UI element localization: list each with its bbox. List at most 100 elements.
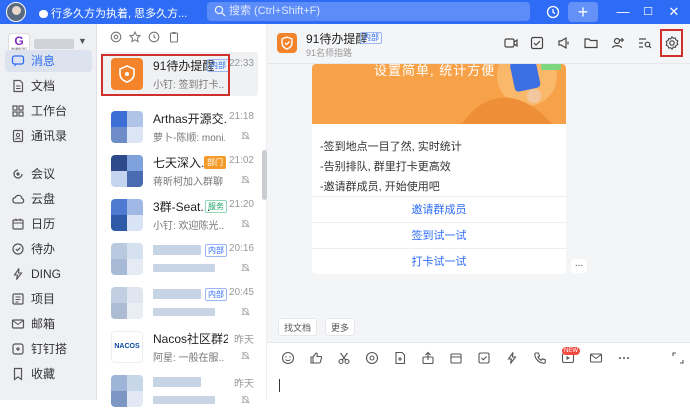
upload-icon <box>421 351 435 365</box>
chat-list-item[interactable]: Arthas开源交... 萝卜-陈顺: moni... 21:18 <box>101 105 258 149</box>
nav-item-label: 待办 <box>31 242 56 256</box>
unread-filter-button[interactable] <box>168 31 180 43</box>
announcement-icon <box>556 35 572 51</box>
card-banner-image: 设置简单, 统计方便 <box>312 64 566 124</box>
chat-preview: 阿星: 一般在服... <box>153 353 225 364</box>
nav-item-10[interactable]: 项目 <box>5 288 92 310</box>
create-button[interactable]: + <box>568 2 598 22</box>
add-member-icon <box>610 35 626 51</box>
chat-avatar <box>111 155 143 187</box>
search-list-icon <box>637 35 653 51</box>
clock-icon <box>148 31 160 43</box>
card-line-3: -邀请群成员, 开始使用吧 <box>320 181 440 193</box>
chat-list-item[interactable]: 七天深入... 蒋昕柯加入群聊 部门 21:02 <box>101 149 258 193</box>
list-toolbar <box>97 24 267 50</box>
maximize-button[interactable]: ☐ <box>639 2 657 22</box>
search-icon <box>214 5 226 17</box>
nav-item-label: 文档 <box>31 79 56 93</box>
mention-filter-button[interactable] <box>110 31 122 43</box>
nav-item-13[interactable]: 收藏 <box>5 363 92 385</box>
message-composer[interactable]: NEW <box>267 342 690 400</box>
nav-item-11[interactable]: 邮箱 <box>5 313 92 335</box>
folder-button[interactable] <box>583 35 599 51</box>
chat-list-item[interactable]: 内部 20:45 <box>101 281 258 325</box>
user-avatar[interactable] <box>6 2 26 22</box>
announcement-button[interactable] <box>556 35 572 51</box>
try-clockin-link[interactable]: 打卡试一试 <box>312 248 566 274</box>
doc-plus-icon <box>393 351 407 365</box>
banner-text: 设置简单, 统计方便 <box>374 64 496 78</box>
more-options-button[interactable]: ... <box>571 259 587 273</box>
chat-list-item[interactable]: NACOS Nacos社区群2... 阿星: 一般在服... 昨天 <box>101 325 258 369</box>
chat-list-item[interactable]: 3群-Seat... 小钉: 欢迎陈光... 服务 21:20 <box>101 193 258 237</box>
chat-title: 91待办提醒 <box>306 32 368 46</box>
chat-list-item[interactable]: 内部 20:16 <box>101 237 258 281</box>
nav-item-5[interactable]: 会议 <box>5 163 92 185</box>
history-button[interactable] <box>543 2 563 22</box>
title-bar: 行多久方为执着, 思多久方... 搜索 (Ctrl+Shift+F) + — ☐… <box>0 0 690 24</box>
emoji-button[interactable] <box>281 351 295 365</box>
chat-time: 20:16 <box>228 243 254 254</box>
cloud-icon <box>11 192 25 206</box>
check-square-icon <box>529 35 545 51</box>
mail-icon <box>11 317 25 331</box>
chat-time: 昨天 <box>234 335 254 346</box>
chat-tag-badge: 服务 <box>205 200 227 213</box>
card-line-1: -签到地点一目了然, 实时统计 <box>320 141 462 153</box>
calendar-button[interactable] <box>449 351 463 365</box>
chat-list-item[interactable]: 昨天 <box>101 369 258 413</box>
expand-button[interactable] <box>671 351 685 365</box>
nav-item-label: 会议 <box>31 167 56 181</box>
more-quick-button[interactable]: 更多 <box>325 318 356 336</box>
nav-item-9[interactable]: DING <box>5 263 92 285</box>
chat-preview-blurred <box>153 264 215 272</box>
chat-name-blurred <box>153 245 201 255</box>
nav-item-12[interactable]: 钉钉搭 <box>5 338 92 360</box>
search-input[interactable]: 搜索 (Ctrl+Shift+F) <box>207 2 530 21</box>
more-button[interactable] <box>617 351 631 365</box>
starred-filter-button[interactable] <box>129 31 141 43</box>
expand-icon <box>671 351 685 365</box>
try-checkin-link[interactable]: 签到试一试 <box>312 222 566 248</box>
doc-plus-button[interactable] <box>393 351 407 365</box>
bell-muted-icon <box>241 175 250 184</box>
search-list-button[interactable] <box>637 35 653 51</box>
chat-preview: 萝卜-陈顺: moni... <box>153 133 225 144</box>
status-text: 行多久方为执着, 思多久方... <box>51 8 188 20</box>
document-icon <box>11 79 25 93</box>
chat-preview: 蒋昕柯加入群聊 <box>153 177 223 188</box>
minimize-button[interactable]: — <box>614 2 632 22</box>
ding-button[interactable] <box>505 351 519 365</box>
video-call-button[interactable] <box>503 35 519 51</box>
bell-muted-icon <box>241 351 250 360</box>
at-sign-icon <box>365 351 379 365</box>
at-sign-button[interactable] <box>365 351 379 365</box>
recent-filter-button[interactable] <box>148 31 160 43</box>
close-button[interactable]: ✕ <box>665 2 683 22</box>
check-square-button[interactable] <box>529 35 545 51</box>
nav-item-8[interactable]: 待办 <box>5 238 92 260</box>
invite-members-link[interactable]: 邀请群成员 <box>312 196 566 222</box>
bell-muted-icon <box>241 307 250 316</box>
upload-button[interactable] <box>421 351 435 365</box>
nav-item-label: 消息 <box>31 54 56 68</box>
mail-button[interactable] <box>589 351 603 365</box>
nav-item-4[interactable]: 通讯录 <box>5 125 92 147</box>
nav-item-6[interactable]: 云盘 <box>5 188 92 210</box>
status-message[interactable]: 行多久方为执着, 思多久方... <box>39 5 187 21</box>
ding-icon <box>11 267 25 281</box>
nav-item-1[interactable]: 消息 <box>5 50 92 72</box>
check-square-button[interactable] <box>477 351 491 365</box>
chat-avatar <box>111 243 143 275</box>
nav-item-label: 日历 <box>31 217 56 231</box>
phone-button[interactable] <box>533 351 547 365</box>
nav-item-2[interactable]: 文档 <box>5 75 92 97</box>
organization-name-blurred <box>34 39 74 49</box>
add-member-button[interactable] <box>610 35 626 51</box>
scissors-button[interactable] <box>337 351 351 365</box>
thumbs-up-button[interactable] <box>309 351 323 365</box>
nav-item-3[interactable]: 工作台 <box>5 100 92 122</box>
find-document-button[interactable]: 找文档 <box>278 318 318 336</box>
contacts-icon <box>11 129 25 143</box>
nav-item-7[interactable]: 日历 <box>5 213 92 235</box>
